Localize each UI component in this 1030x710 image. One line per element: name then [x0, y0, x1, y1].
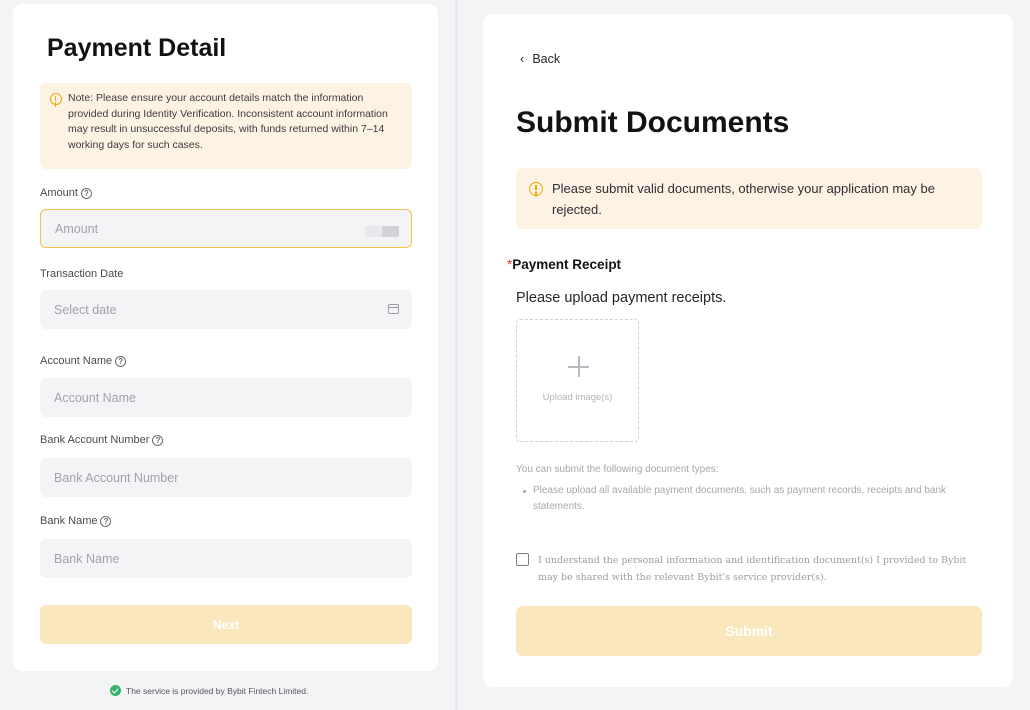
- page-title: Payment Detail: [47, 34, 227, 62]
- transaction-date-input[interactable]: Select date: [40, 290, 412, 329]
- amount-input[interactable]: Amount: [40, 209, 412, 248]
- next-button[interactable]: Next: [40, 605, 412, 644]
- account-name-label: Account Name ?: [40, 355, 127, 367]
- account-name-placeholder: Account Name: [54, 390, 136, 405]
- service-note-text: The service is provided by Bybit Fintech…: [126, 685, 309, 696]
- back-button[interactable]: ‹ Back: [520, 51, 560, 66]
- help-circle-icon[interactable]: ?: [100, 515, 112, 527]
- submit-button[interactable]: Submit: [516, 606, 982, 656]
- warning-text: Please submit valid documents, otherwise…: [552, 181, 935, 217]
- warning-banner: Please submit valid documents, otherwise…: [516, 168, 982, 229]
- bank-account-number-input[interactable]: Bank Account Number: [40, 458, 412, 497]
- verified-check-icon: [110, 685, 121, 696]
- bank-name-label: Bank Name ?: [40, 515, 112, 527]
- agreement-text: I understand the personal information an…: [538, 555, 967, 583]
- page-title: Submit Documents: [516, 106, 790, 139]
- help-circle-icon[interactable]: ?: [80, 187, 92, 199]
- panel-divider: [455, 0, 458, 710]
- calendar-icon[interactable]: [388, 304, 399, 314]
- payment-detail-card: Payment Detail Note: Please ensure your …: [13, 4, 438, 671]
- transaction-date-label: Transaction Date: [40, 268, 124, 280]
- transaction-date-placeholder: Select date: [54, 302, 117, 317]
- warning-icon: [50, 93, 62, 105]
- document-type-item: Please upload all available payment docu…: [520, 483, 950, 515]
- chevron-left-icon: ‹: [520, 51, 525, 66]
- payment-receipt-subtitle: Please upload payment receipts.: [516, 290, 727, 306]
- service-provider-note: The service is provided by Bybit Fintech…: [110, 685, 308, 696]
- note-banner: Note: Please ensure your account details…: [40, 83, 412, 169]
- submit-documents-card: ‹ Back Submit Documents Please submit va…: [483, 14, 1013, 687]
- currency-selector[interactable]: [365, 226, 399, 237]
- upload-image-dropzone[interactable]: Upload image(s): [516, 319, 639, 442]
- bank-name-input[interactable]: Bank Name: [40, 539, 412, 578]
- amount-placeholder: Amount: [55, 221, 99, 236]
- bank-account-number-label: Bank Account Number ?: [40, 434, 164, 446]
- help-circle-icon[interactable]: ?: [115, 355, 127, 367]
- agreement-checkbox[interactable]: [516, 553, 529, 566]
- back-label: Back: [532, 51, 561, 66]
- upload-label: Upload image(s): [542, 392, 613, 403]
- payment-receipt-title: Payment Receipt: [512, 257, 622, 272]
- help-circle-icon[interactable]: ?: [152, 434, 164, 446]
- amount-label: Amount ?: [40, 187, 92, 199]
- note-text: Note: Please ensure your account details…: [68, 92, 388, 151]
- bank-name-placeholder: Bank Name: [54, 551, 120, 566]
- payment-receipt-heading: *Payment Receipt: [507, 257, 621, 272]
- warning-icon: [529, 182, 543, 196]
- bank-account-number-placeholder: Bank Account Number: [54, 470, 179, 485]
- document-types-intro: You can submit the following document ty…: [516, 464, 719, 475]
- account-name-input[interactable]: Account Name: [40, 378, 412, 417]
- plus-icon: [568, 356, 589, 377]
